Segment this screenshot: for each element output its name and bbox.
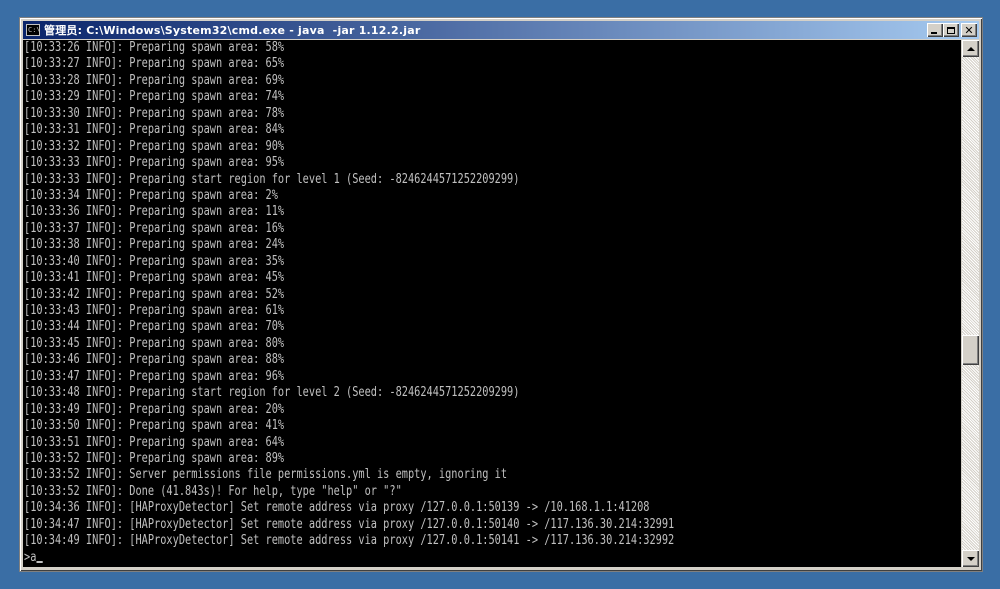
console-line: [10:33:33 INFO]: Preparing spawn area: 9… bbox=[24, 155, 285, 171]
console-line: [10:33:29 INFO]: Preparing spawn area: 7… bbox=[24, 89, 285, 105]
console-line: [10:33:34 INFO]: Preparing spawn area: 2… bbox=[24, 187, 278, 203]
scrollbar-thumb[interactable] bbox=[962, 335, 979, 365]
console-line: [10:33:33 INFO]: Preparing start region … bbox=[24, 171, 520, 187]
maximize-button[interactable] bbox=[943, 23, 959, 37]
console-line: [10:33:36 INFO]: Preparing spawn area: 1… bbox=[24, 204, 285, 220]
cmd-console-icon[interactable]: C:\ bbox=[26, 24, 41, 36]
console-line: [10:33:40 INFO]: Preparing spawn area: 3… bbox=[24, 253, 285, 269]
console-line: [10:33:31 INFO]: Preparing spawn area: 8… bbox=[24, 122, 285, 138]
console-line: [10:33:52 INFO]: Done (41.843s)! For hel… bbox=[24, 483, 402, 499]
console-line: [10:33:26 INFO]: Preparing spawn area: 5… bbox=[24, 40, 285, 55]
console-lines: [10:33:26 INFO]: Preparing spawn area: 5… bbox=[24, 40, 674, 566]
scroll-down-arrow-icon bbox=[966, 556, 975, 561]
scroll-up-button[interactable] bbox=[962, 40, 979, 57]
console-line: [10:33:52 INFO]: Server permissions file… bbox=[24, 467, 508, 483]
console-window: C:\ 管理员: C:\Windows\System32\cmd.exe - j… bbox=[20, 18, 982, 571]
console-line: [10:33:27 INFO]: Preparing spawn area: 6… bbox=[24, 56, 285, 72]
close-button[interactable]: ✕ bbox=[961, 23, 977, 37]
console-line: [10:33:48 INFO]: Preparing start region … bbox=[24, 385, 520, 401]
minimize-button[interactable] bbox=[927, 23, 943, 37]
console-line: [10:33:28 INFO]: Preparing spawn area: 6… bbox=[24, 72, 285, 88]
console-line: [10:34:47 INFO]: [HAProxyDetector] Set r… bbox=[24, 516, 675, 532]
vertical-scrollbar[interactable] bbox=[962, 40, 979, 567]
text-cursor bbox=[36, 560, 43, 563]
command-input-text[interactable]: >a bbox=[24, 550, 36, 565]
console-line: [10:33:51 INFO]: Preparing spawn area: 6… bbox=[24, 434, 285, 450]
scroll-down-button[interactable] bbox=[962, 550, 979, 567]
console-line: [10:33:43 INFO]: Preparing spawn area: 6… bbox=[24, 303, 285, 318]
console-line: [10:33:46 INFO]: Preparing spawn area: 8… bbox=[24, 352, 285, 368]
close-icon: ✕ bbox=[964, 23, 974, 37]
console-line: [10:33:42 INFO]: Preparing spawn area: 5… bbox=[24, 286, 285, 302]
command-prompt-line[interactable]: >a bbox=[24, 550, 674, 566]
console-line: [10:33:37 INFO]: Preparing spawn area: 1… bbox=[24, 220, 285, 236]
console-line: [10:33:52 INFO]: Preparing spawn area: 8… bbox=[24, 450, 285, 466]
window-controls: ✕ bbox=[927, 23, 977, 37]
console-line: [10:33:45 INFO]: Preparing spawn area: 8… bbox=[24, 335, 285, 351]
console-line: [10:33:41 INFO]: Preparing spawn area: 4… bbox=[24, 270, 285, 286]
console-line: [10:33:50 INFO]: Preparing spawn area: 4… bbox=[24, 418, 285, 434]
console-line: [10:34:49 INFO]: [HAProxyDetector] Set r… bbox=[24, 533, 675, 549]
title-bar[interactable]: C:\ 管理员: C:\Windows\System32\cmd.exe - j… bbox=[23, 21, 979, 39]
console-line: [10:34:36 INFO]: [HAProxyDetector] Set r… bbox=[24, 500, 650, 516]
window-title: 管理员: C:\Windows\System32\cmd.exe - java … bbox=[44, 24, 421, 37]
maximize-icon bbox=[947, 26, 955, 34]
console-line: [10:33:32 INFO]: Preparing spawn area: 9… bbox=[24, 138, 285, 154]
console-line: [10:33:47 INFO]: Preparing spawn area: 9… bbox=[24, 368, 285, 384]
console-line: [10:33:49 INFO]: Preparing spawn area: 2… bbox=[24, 401, 285, 417]
console-output[interactable]: [10:33:26 INFO]: Preparing spawn area: 5… bbox=[23, 40, 961, 567]
console-line: [10:33:30 INFO]: Preparing spawn area: 7… bbox=[24, 105, 285, 121]
minimize-icon bbox=[931, 32, 937, 34]
console-line: [10:33:38 INFO]: Preparing spawn area: 2… bbox=[24, 237, 285, 253]
console-line: [10:33:44 INFO]: Preparing spawn area: 7… bbox=[24, 319, 285, 335]
scroll-up-arrow-icon bbox=[966, 46, 975, 51]
